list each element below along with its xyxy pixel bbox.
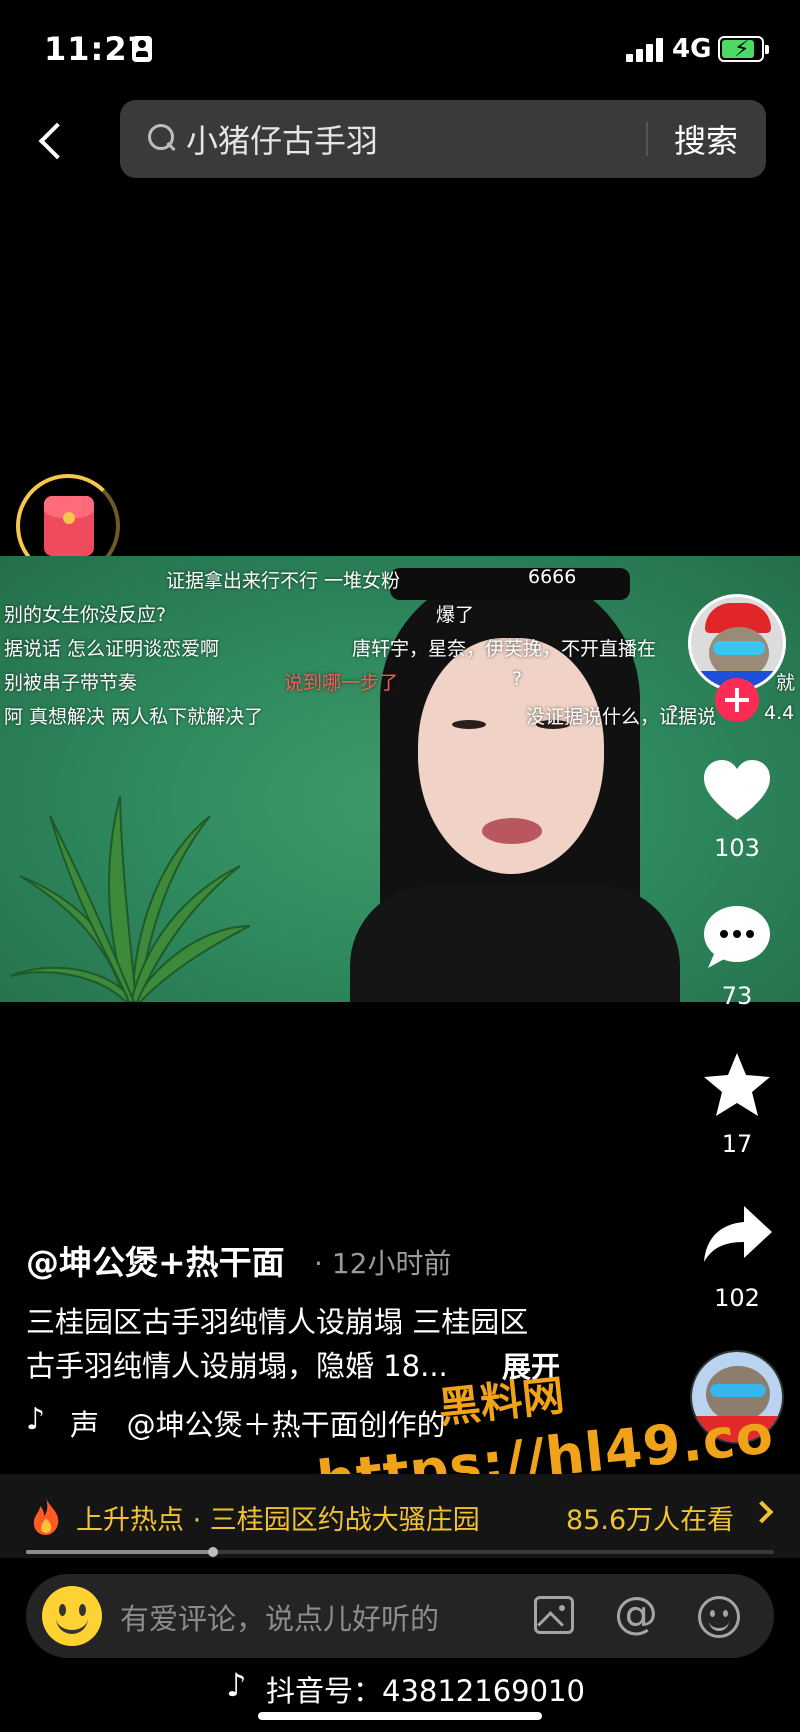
- lips: [482, 818, 542, 844]
- chevron-right-icon: [750, 1500, 774, 1524]
- danmaku-comment: 阿 真想解决 两人私下就解决了: [4, 706, 264, 728]
- left-eye: [452, 720, 486, 729]
- heart-icon[interactable]: [700, 756, 774, 826]
- danmaku-comment: ?: [668, 702, 679, 724]
- search-icon: [148, 124, 176, 152]
- streamer-face: [418, 638, 604, 874]
- danmaku-comment: ?: [512, 668, 523, 690]
- avatar-glasses: [713, 641, 765, 655]
- trending-bar[interactable]: 上升热点 · 三桂园区约战大骚庄园 85.6万人在看: [0, 1474, 800, 1558]
- favorite-count: 17: [721, 1130, 753, 1158]
- video-player[interactable]: 证据拿出来行不行 一堆女粉 6666 别的女生你没反应? 爆了 据说话 怎么证明…: [0, 556, 800, 1002]
- danmaku-comment: 4.4: [764, 702, 795, 724]
- follow-button[interactable]: [715, 678, 759, 722]
- danmaku-comment: 据说话 怎么证明谈恋爱啊: [4, 638, 220, 660]
- danmaku-comment: 别的女生你没反应?: [4, 604, 167, 626]
- danmaku-comment: 就: [776, 672, 796, 694]
- comment-icon[interactable]: [700, 902, 774, 972]
- music-text: 声 @坤公煲＋热干面创作的: [70, 1402, 446, 1444]
- search-divider: [646, 122, 648, 156]
- progress-fill: [26, 1550, 213, 1554]
- back-button[interactable]: [30, 112, 70, 168]
- viewer-count: 85.6万人在看: [566, 1505, 735, 1536]
- image-icon[interactable]: [534, 1596, 574, 1634]
- douyin-id-text: 抖音号：43812169010: [266, 1674, 585, 1708]
- danmaku-comment: 6666: [528, 566, 577, 588]
- music-prefix: 声: [70, 1408, 100, 1442]
- smiley-icon[interactable]: [42, 1586, 102, 1646]
- time-separator: ·: [314, 1247, 323, 1280]
- danmaku-comment: 爆了: [436, 604, 475, 626]
- progress-thumb[interactable]: [208, 1547, 218, 1557]
- danmaku-comment: 别被串子带节奏: [4, 672, 138, 694]
- danmaku-comment: 唐轩宇，星奈，伊芙挽，不开直播在: [352, 638, 657, 660]
- tiktok-logo-icon: ♪: [226, 1666, 247, 1704]
- danmaku-comment: 没证据说什么，证据说: [526, 706, 717, 728]
- comment-count: 73: [721, 982, 753, 1010]
- search-input[interactable]: 小猪仔古手羽: [186, 116, 378, 162]
- caption-line: 三桂园区古手羽纯情人设崩塌 三桂园区: [26, 1305, 529, 1339]
- network-type: 4G: [672, 34, 712, 64]
- trending-label: 上升热点 · 三桂园区约战大骚庄园: [76, 1505, 480, 1536]
- danmaku-comment: 说到哪一步了: [284, 672, 399, 694]
- video-progress-bar[interactable]: [26, 1547, 774, 1557]
- share-count: 102: [714, 1284, 760, 1312]
- red-packet-icon: [44, 496, 94, 556]
- author-name[interactable]: @坤公煲+热干面: [26, 1236, 285, 1284]
- charging-bolt-icon: ⚡: [734, 37, 750, 62]
- danmaku-comment: 证据拿出来行不行 一堆女粉: [166, 570, 401, 592]
- battery-icon: ⚡: [718, 36, 769, 62]
- plant-decoration: [10, 795, 250, 1002]
- comment-bar[interactable]: 有爱评论，说点儿好听的 @: [26, 1574, 774, 1658]
- star-icon[interactable]: [700, 1050, 774, 1120]
- home-indicator[interactable]: [258, 1712, 542, 1720]
- id-card-icon: [132, 36, 152, 62]
- streamer-shirt: [350, 886, 680, 1002]
- sunglasses: [390, 568, 630, 600]
- search-button[interactable]: 搜索: [674, 116, 738, 162]
- time-text: 12小时前: [331, 1247, 452, 1280]
- tiktok-logo-icon: ♪: [26, 1402, 46, 1437]
- comment-input[interactable]: 有爱评论，说点儿好听的: [120, 1596, 439, 1638]
- post-time: · 12小时前: [314, 1242, 451, 1282]
- music-title: @坤公煲＋热干面创作的: [126, 1408, 446, 1442]
- at-icon[interactable]: @: [614, 1588, 658, 1639]
- watermark-title: 黑料网: [436, 1370, 567, 1433]
- disc-glasses: [710, 1384, 766, 1397]
- fire-icon: [33, 1498, 59, 1535]
- signal-icon: [626, 38, 664, 62]
- share-icon[interactable]: [700, 1202, 774, 1272]
- streamer: [320, 556, 680, 1002]
- like-count: 103: [714, 834, 760, 862]
- search-bar[interactable]: 小猪仔古手羽 搜索: [120, 100, 766, 178]
- status-bar: 11:27 4G ⚡: [0, 0, 800, 100]
- emoji-icon[interactable]: [698, 1596, 740, 1638]
